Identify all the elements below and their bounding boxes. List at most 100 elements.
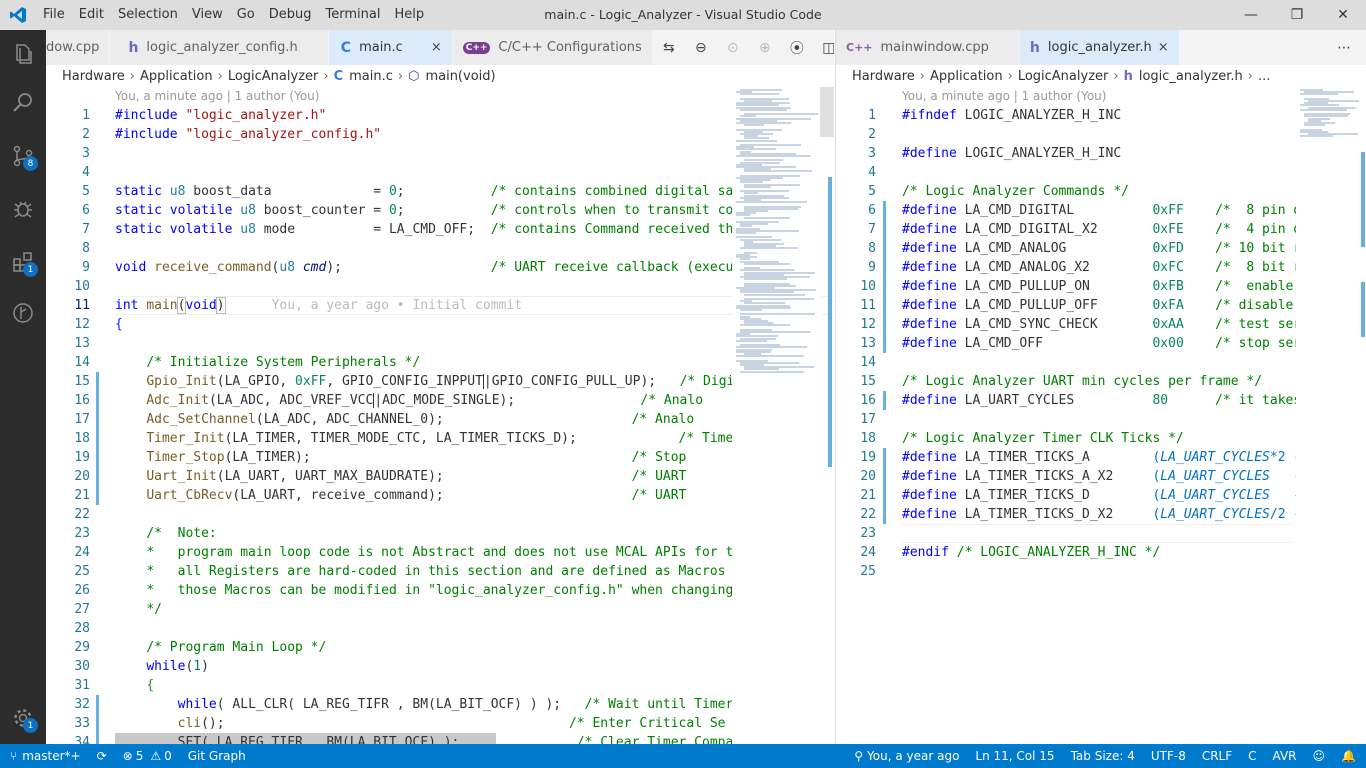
breadcrumb-item[interactable]: logic_analyzer.h — [1139, 69, 1243, 84]
breadcrumb-item[interactable]: Hardware — [62, 69, 125, 84]
minimap-line — [740, 324, 790, 327]
minimap-line — [744, 262, 790, 265]
breadcrumb-item[interactable]: LogicAnalyzer — [228, 69, 319, 84]
extensions-badge: 1 — [23, 262, 38, 277]
title-bar: File Edit Selection View Go Debug Termin… — [0, 0, 1366, 30]
tab-mainwindow-cpp[interactable]: C++ mainwindow.cpp — [836, 30, 1020, 65]
left-editor-actions: ⇆ ⊖ ⊙ ⊕ ⦿ ◫ ⋯ — [652, 30, 834, 65]
header-file-icon: h — [1123, 68, 1133, 84]
line-ending[interactable]: CRLF — [1194, 749, 1240, 763]
scrollbar-change-marker — [828, 177, 832, 467]
open-changes-next-icon[interactable]: ⊕ — [749, 40, 781, 56]
tab-label: main.c — [359, 40, 403, 55]
menu-file[interactable]: File — [36, 0, 72, 30]
menu-selection[interactable]: Selection — [111, 0, 185, 30]
git-graph-button[interactable]: Git Graph — [180, 749, 254, 763]
right-code-editor[interactable]: You, a minute ago | 1 author (You) 1 #ifn… — [836, 87, 1366, 744]
window-controls: — ❐ ✕ — [1228, 0, 1366, 30]
git-graph-label: Git Graph — [187, 749, 246, 763]
open-changes-prev-icon[interactable]: ⊖ — [685, 40, 717, 56]
compare-changes-icon[interactable]: ⇆ — [653, 40, 685, 56]
sync-button[interactable]: ⟳ — [89, 749, 115, 763]
minimap-line — [740, 247, 799, 250]
branch-icon: ⑂ — [10, 749, 18, 763]
more-actions-icon[interactable]: ⋯ — [1328, 40, 1360, 56]
breadcrumb-item[interactable]: main.c — [349, 69, 393, 84]
breadcrumb-item[interactable]: main(void) — [425, 69, 495, 84]
git-blame-status[interactable]: ⚲ You, a year ago — [846, 749, 967, 763]
scrollbar-thumb[interactable] — [820, 87, 834, 137]
close-tab-icon[interactable]: × — [431, 40, 442, 55]
tab-cpp-configurations[interactable]: C++ C/C++ Configurations — [452, 30, 653, 65]
menu-debug[interactable]: Debug — [262, 0, 319, 30]
right-minimap[interactable] — [1296, 87, 1359, 744]
breadcrumb-item[interactable]: Application — [930, 69, 1003, 84]
minimap-line — [736, 201, 807, 204]
debug-icon[interactable] — [0, 185, 46, 233]
menu-terminal[interactable]: Terminal — [319, 0, 388, 30]
minimap-line — [736, 355, 804, 358]
left-scrollbar[interactable] — [820, 87, 834, 744]
minimap-line — [744, 170, 813, 173]
status-bar: ⑂ master*+ ⟳ ⊗ 5 ⚠ 0 Git Graph ⚲ You, a … — [0, 744, 1366, 768]
breadcrumb-item[interactable]: LogicAnalyzer — [1018, 69, 1109, 84]
menu-bar: File Edit Selection View Go Debug Termin… — [36, 0, 431, 30]
minimap-line — [736, 339, 768, 342]
tab-label: C/C++ Configurations — [498, 40, 642, 55]
right-scrollbar[interactable] — [1353, 87, 1366, 744]
codelens-authors[interactable]: You, a minute ago | 1 author (You) — [115, 87, 319, 106]
left-code-editor[interactable]: You, a minute ago | 1 author (You) 1 #inc… — [46, 87, 834, 744]
tab-mainwindow-cpp[interactable]: dow.cpp — [46, 30, 111, 65]
problems-indicator[interactable]: ⊗ 5 ⚠ 0 — [115, 749, 180, 763]
header-file-icon: h — [128, 39, 139, 56]
notifications-icon[interactable]: 🔔 — [1333, 749, 1366, 763]
settings-gear-icon[interactable]: 1 — [0, 694, 46, 742]
c-file-icon: C — [333, 68, 344, 84]
chevron-right-icon: › — [217, 68, 223, 84]
split-editor-icon[interactable]: ◫ — [813, 40, 834, 56]
left-tab-bar: dow.cpp h logic_analyzer_config.h C main… — [46, 30, 834, 65]
breadcrumb-item[interactable]: Hardware — [852, 69, 915, 84]
left-editor-group: dow.cpp h logic_analyzer_config.h C main… — [46, 30, 834, 744]
right-editor-group: C++ mainwindow.cpp h logic_analyzer.h × … — [835, 30, 1366, 744]
scrollbar-change-marker — [1361, 282, 1365, 337]
left-minimap[interactable] — [732, 87, 822, 744]
breadcrumb-item[interactable]: ... — [1258, 69, 1270, 84]
minimap-line — [740, 370, 805, 373]
open-changes-icon[interactable]: ⊙ — [717, 40, 749, 56]
minimap-line — [1304, 124, 1325, 127]
tab-size[interactable]: Tab Size: 4 — [1063, 749, 1143, 763]
tab-main-c[interactable]: C main.c × — [328, 30, 453, 65]
source-control-icon[interactable]: 8 — [0, 132, 46, 180]
minimap-line — [744, 185, 771, 188]
search-icon[interactable] — [0, 79, 46, 127]
cursor-position[interactable]: Ln 11, Col 15 — [967, 749, 1062, 763]
close-window-button[interactable]: ✕ — [1320, 0, 1366, 30]
restore-button[interactable]: ❐ — [1274, 0, 1320, 30]
close-tab-icon[interactable]: × — [1158, 40, 1169, 55]
chevron-right-icon: › — [323, 68, 329, 84]
menu-help[interactable]: Help — [387, 0, 431, 30]
scm-badge: 8 — [23, 156, 38, 171]
extensions-icon[interactable]: 1 — [0, 238, 46, 286]
feedback-icon[interactable]: ☺ — [1305, 749, 1334, 763]
menu-view[interactable]: View — [185, 0, 230, 30]
menu-go[interactable]: Go — [230, 0, 262, 30]
minimize-button[interactable]: — — [1228, 0, 1274, 30]
open-history-icon[interactable]: ⦿ — [781, 38, 813, 58]
status-right: ⚲ You, a year ago Ln 11, Col 15 Tab Size… — [846, 749, 1366, 763]
codelens-authors[interactable]: You, a minute ago | 1 author (You) — [902, 87, 1106, 106]
menu-edit[interactable]: Edit — [72, 0, 111, 30]
tab-logic-analyzer-config-h[interactable]: h logic_analyzer_config.h — [110, 30, 329, 65]
git-graph-icon[interactable] — [0, 289, 46, 337]
minimap-line — [1300, 108, 1347, 111]
header-file-icon: h — [1029, 39, 1040, 56]
git-branch[interactable]: ⑂ master*+ — [0, 749, 89, 763]
cpp-configuration[interactable]: AVR — [1265, 749, 1305, 763]
minimap-line — [740, 309, 762, 311]
tab-logic-analyzer-h[interactable]: h logic_analyzer.h × — [1019, 30, 1180, 65]
breadcrumb-item[interactable]: Application — [140, 69, 213, 84]
explorer-icon[interactable] — [0, 30, 46, 78]
encoding[interactable]: UTF-8 — [1143, 749, 1194, 763]
language-mode[interactable]: C — [1240, 749, 1264, 763]
